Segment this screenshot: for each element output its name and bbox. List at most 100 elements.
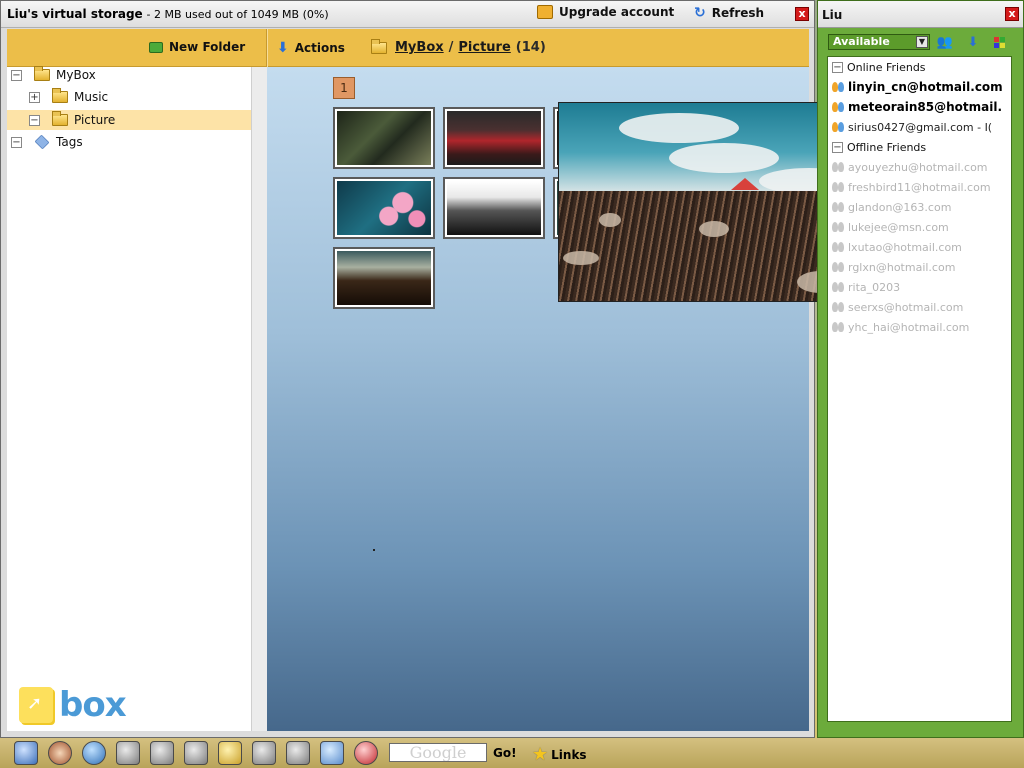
tree-item-tags[interactable]: − Tags — [11, 132, 249, 152]
window-title-text: Liu's virtual storage — [7, 7, 143, 21]
collapse-icon[interactable]: − — [29, 114, 40, 126]
online-butterfly-icon — [832, 82, 844, 92]
friend-item[interactable]: linyin_cn@hotmail.com — [832, 77, 1003, 97]
google-search-input[interactable]: Google — [389, 743, 487, 762]
offline-butterfly-icon — [832, 242, 844, 252]
collapse-icon[interactable]: − — [832, 141, 843, 153]
friends-window-title: Liu — [822, 8, 843, 22]
stray-dot — [373, 549, 375, 551]
computer-icon[interactable] — [14, 741, 38, 765]
preview-seedhead — [563, 251, 599, 265]
status-select[interactable]: Available ▼ — [828, 34, 930, 50]
online-butterfly-icon — [832, 102, 844, 112]
preview-seedhead — [699, 221, 729, 237]
friend-name: seerxs@hotmail.com — [848, 300, 964, 314]
collapse-icon[interactable]: − — [11, 136, 22, 148]
friend-item[interactable]: rglxn@hotmail.com — [832, 257, 955, 277]
tag-icon — [34, 134, 50, 150]
friend-item[interactable]: lukejee@msn.com — [832, 217, 949, 237]
upgrade-account-button[interactable]: Upgrade account — [537, 5, 674, 19]
new-folder-button[interactable]: New Folder — [149, 40, 245, 54]
tree-item-mybox[interactable]: − MyBox — [11, 65, 249, 85]
database-icon[interactable] — [320, 741, 344, 765]
friends-toolbar: Available ▼ 👥 ⬇ — [824, 30, 1017, 54]
toolbar-separator — [266, 29, 268, 67]
friend-item[interactable]: rita_0203 — [832, 277, 900, 297]
collapse-icon[interactable]: − — [832, 61, 843, 73]
folder-icon — [52, 88, 68, 103]
friend-name: rita_0203 — [848, 280, 901, 294]
thumbnail[interactable] — [333, 107, 435, 169]
new-folder-label: New Folder — [169, 40, 246, 54]
refresh-button[interactable]: ↻ Refresh — [694, 5, 764, 21]
go-button[interactable]: Go! — [493, 746, 517, 760]
refresh-icon: ↻ — [694, 5, 706, 21]
friend-item[interactable]: meteorain85@hotmail. — [832, 97, 1002, 117]
close-friends-button[interactable]: x — [1005, 7, 1019, 21]
online-butterfly-icon — [832, 122, 844, 132]
joystick-icon[interactable] — [150, 741, 174, 765]
breadcrumb-picture-link[interactable]: Picture — [458, 40, 510, 55]
offline-butterfly-icon — [832, 302, 844, 312]
actions-button[interactable]: ⬇ Actions — [277, 40, 345, 56]
friend-name: rglxn@hotmail.com — [848, 260, 956, 274]
status-value: Available — [833, 35, 890, 48]
grid-menu-icon[interactable] — [990, 33, 1008, 51]
book-icon[interactable] — [218, 741, 242, 765]
friend-item[interactable]: seerxs@hotmail.com — [832, 297, 963, 317]
thumbnail-image — [337, 111, 431, 165]
friend-name: lxutao@hotmail.com — [848, 240, 962, 254]
friend-item[interactable]: ayouyezhu@hotmail.com — [832, 157, 988, 177]
gear-icon[interactable] — [48, 741, 72, 765]
offline-butterfly-icon — [832, 222, 844, 232]
friend-item[interactable]: yhc_hai@hotmail.com — [832, 317, 969, 337]
image-preview-popup[interactable] — [558, 102, 858, 302]
online-group-label: Online Friends — [847, 60, 926, 74]
preview-cloud — [619, 113, 739, 143]
film-icon[interactable] — [252, 741, 276, 765]
drive-icon[interactable] — [116, 741, 140, 765]
friends-titlebar: Liu x — [818, 1, 1023, 28]
tree-scrollbar[interactable] — [251, 67, 267, 731]
thumbnail[interactable] — [443, 107, 545, 169]
star-icon: ★ — [532, 744, 549, 765]
offline-group-header[interactable]: − Offline Friends — [832, 137, 926, 157]
offline-butterfly-icon — [832, 162, 844, 172]
thumbnail[interactable] — [333, 247, 435, 309]
friend-item[interactable]: lxutao@hotmail.com — [832, 237, 962, 257]
friend-name: ayouyezhu@hotmail.com — [848, 160, 988, 174]
close-storage-button[interactable]: x — [795, 7, 809, 21]
download-icon[interactable]: ⬇ — [964, 33, 982, 51]
collapse-icon[interactable]: − — [11, 69, 22, 81]
offline-butterfly-icon — [832, 182, 844, 192]
stop-icon[interactable] — [354, 741, 378, 765]
online-group-header[interactable]: − Online Friends — [832, 57, 926, 77]
browser-icon[interactable] — [82, 741, 106, 765]
friend-item[interactable]: glandon@163.com — [832, 197, 951, 217]
friend-name: meteorain85@hotmail. — [848, 100, 1003, 114]
breadcrumb-mybox-link[interactable]: MyBox — [395, 40, 444, 55]
disk-icon[interactable] — [184, 741, 208, 765]
friend-name: linyin_cn@hotmail.com — [848, 80, 1003, 94]
friend-name: glandon@163.com — [848, 200, 952, 214]
box-logo-icon — [19, 687, 53, 723]
tree-item-music[interactable]: + Music — [29, 87, 249, 107]
links-button[interactable]: ★ Links — [532, 744, 587, 765]
new-folder-icon — [149, 41, 163, 53]
tree-item-picture[interactable]: − Picture — [7, 110, 251, 130]
preview-red-roof — [731, 178, 759, 190]
links-label: Links — [551, 747, 587, 762]
thumbnail[interactable] — [333, 177, 435, 239]
expand-icon[interactable]: + — [29, 91, 40, 103]
offline-butterfly-icon — [832, 322, 844, 332]
thumbnail-image — [447, 111, 541, 165]
storage-toolbar: New Folder ⬇ Actions MyBox / Picture (14… — [7, 29, 809, 67]
box-logo: box — [19, 685, 127, 725]
page-number-button[interactable]: 1 — [333, 77, 355, 99]
friend-name: freshbird11@hotmail.com — [848, 180, 991, 194]
thumbnail[interactable] — [443, 177, 545, 239]
friend-item[interactable]: freshbird11@hotmail.com — [832, 177, 991, 197]
friend-item[interactable]: sirius0427@gmail.com - I( — [832, 117, 992, 137]
link-icon[interactable] — [286, 741, 310, 765]
add-contact-icon[interactable]: 👥 — [936, 33, 954, 51]
